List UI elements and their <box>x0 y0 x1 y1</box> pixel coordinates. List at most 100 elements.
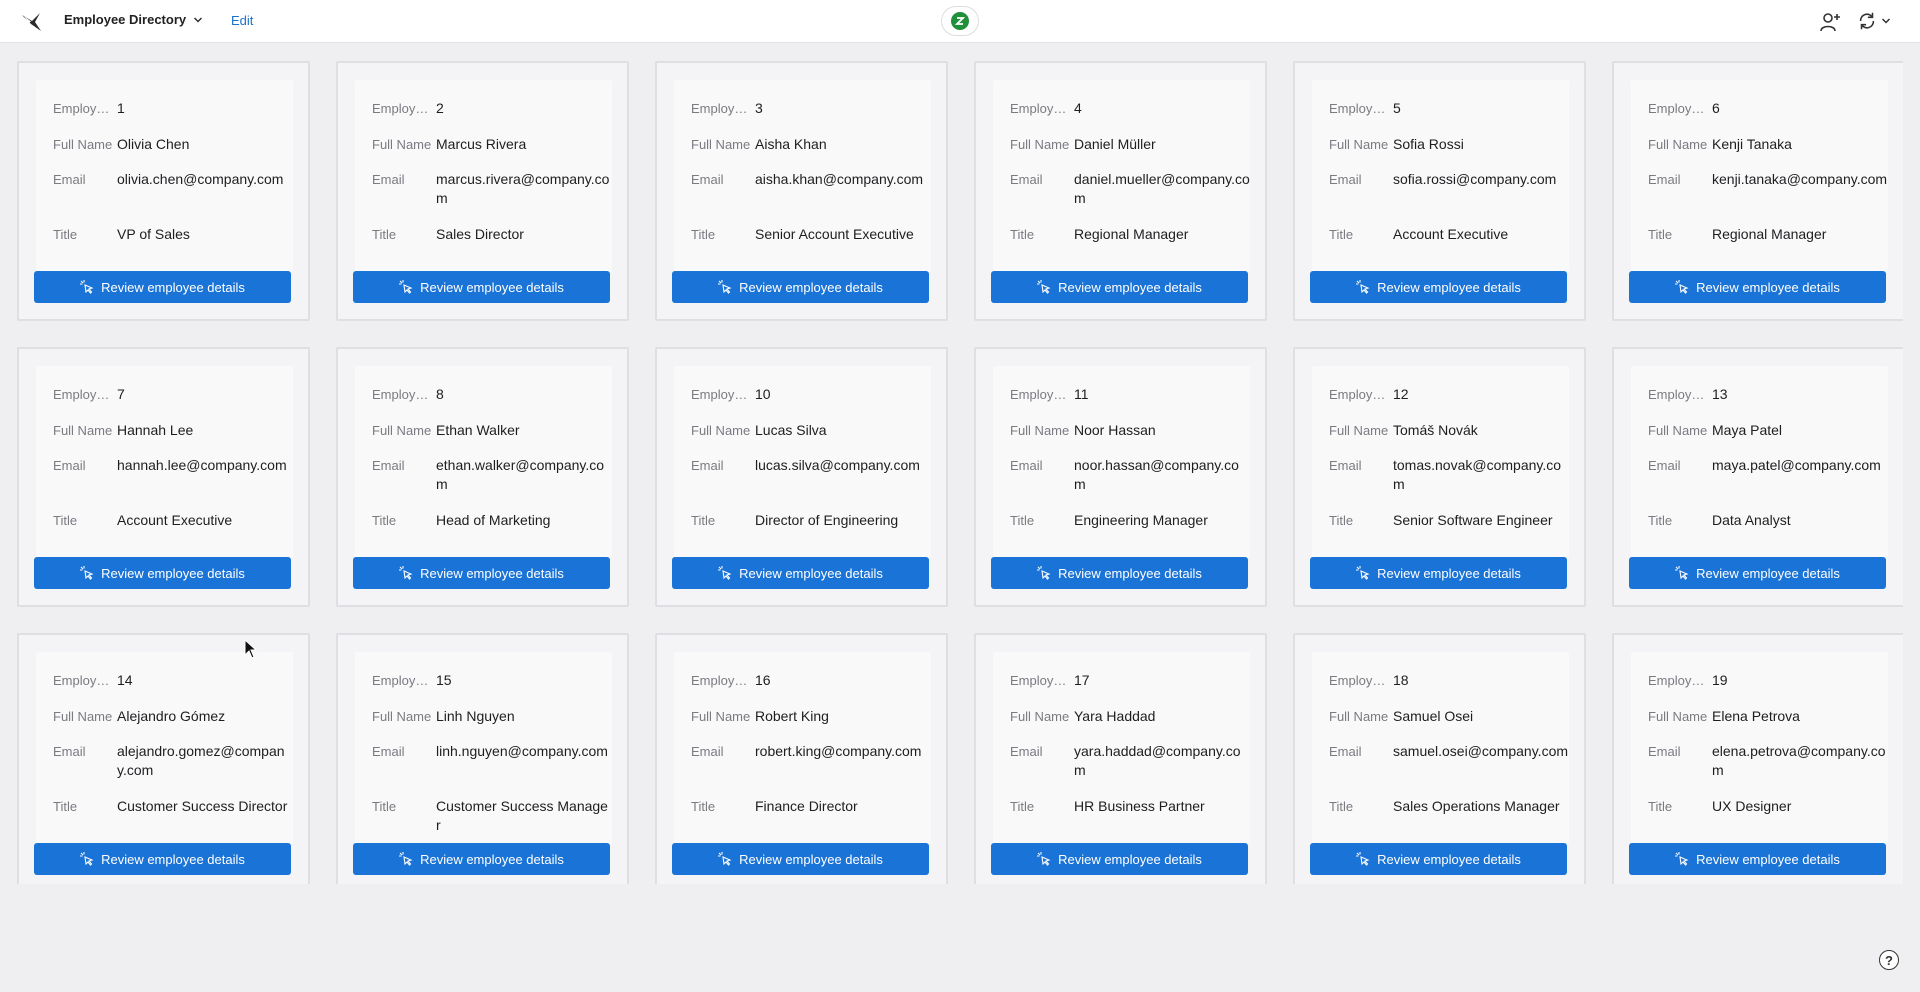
full-name-value: Ethan Walker <box>436 422 520 438</box>
title-value: Sales Operations Manager <box>1393 798 1560 814</box>
status-badge[interactable] <box>941 6 979 36</box>
field-employee-id: Employee ID 5 <box>1329 99 1569 118</box>
field-title: Title Account Executive <box>53 511 293 530</box>
employee-id-value: 12 <box>1393 386 1409 402</box>
full-name-label: Full Name <box>372 709 432 724</box>
app-logo-icon[interactable] <box>20 10 44 34</box>
field-employee-id: Employee ID 8 <box>372 385 612 404</box>
review-employee-button[interactable]: Review employee details <box>1629 271 1886 303</box>
title-label: Title <box>53 227 78 242</box>
employee-id-value: 5 <box>1393 100 1401 116</box>
review-employee-button[interactable]: Review employee details <box>991 271 1248 303</box>
employee-id-value: 11 <box>1074 386 1089 402</box>
review-employee-button[interactable]: Review employee details <box>34 557 291 589</box>
chevron-down-icon <box>1881 18 1891 24</box>
field-employee-id: Employee ID 12 <box>1329 385 1569 404</box>
full-name-label: Full Name <box>372 423 432 438</box>
full-name-label: Full Name <box>691 137 751 152</box>
review-employee-button[interactable]: Review employee details <box>1310 557 1567 589</box>
field-email: Email maya.patel@company.com <box>1648 456 1888 475</box>
full-name-value: Robert King <box>755 708 829 724</box>
title-label: Title <box>1010 227 1035 242</box>
edit-link[interactable]: Edit <box>231 13 253 28</box>
employee-id-value: 13 <box>1712 386 1728 402</box>
email-value: maya.patel@company.com <box>1712 457 1881 473</box>
field-full-name: Full Name Elena Petrova <box>1648 707 1888 726</box>
review-button-label: Review employee details <box>1696 279 1840 295</box>
review-employee-button[interactable]: Review employee details <box>353 843 610 875</box>
review-employee-button[interactable]: Review employee details <box>1310 271 1567 303</box>
employee-id-value: 19 <box>1712 672 1728 688</box>
email-label: Email <box>1010 458 1043 473</box>
title-label: Title <box>372 513 397 528</box>
field-employee-id: Employee ID 1 <box>53 99 293 118</box>
field-email: Email alejandro.gomez@company.com <box>53 742 293 780</box>
review-employee-button[interactable]: Review employee details <box>991 843 1248 875</box>
review-employee-button[interactable]: Review employee details <box>353 557 610 589</box>
employee-id-value: 2 <box>436 100 444 116</box>
field-employee-id: Employee ID 4 <box>1010 99 1250 118</box>
review-employee-button[interactable]: Review employee details <box>991 557 1248 589</box>
help-icon[interactable]: ? <box>1879 950 1899 970</box>
review-employee-button[interactable]: Review employee details <box>34 271 291 303</box>
field-title: Title HR Business Partner <box>1010 797 1250 816</box>
employee-details-panel: Employee ID 3 Full Name Aisha Khan Email… <box>674 80 931 272</box>
review-employee-button[interactable]: Review employee details <box>672 271 929 303</box>
email-value: robert.king@company.com <box>755 743 922 759</box>
employee-id-value: 1 <box>117 100 125 116</box>
field-full-name: Full Name Yara Haddad <box>1010 707 1250 726</box>
title-value: Director of Engineering <box>755 512 899 528</box>
review-employee-button[interactable]: Review employee details <box>672 557 929 589</box>
full-name-value: Marcus Rivera <box>436 136 527 152</box>
employee-details-panel: Employee ID 12 Full Name Tomáš Novák Ema… <box>1312 366 1569 558</box>
employee-details-panel: Employee ID 8 Full Name Ethan Walker Ema… <box>355 366 612 558</box>
field-email: Email robert.king@company.com <box>691 742 931 761</box>
employee-details-panel: Employee ID 14 Full Name Alejandro Gómez… <box>36 652 293 844</box>
app-title-dropdown[interactable]: Employee Directory <box>64 12 203 27</box>
refresh-icon <box>1859 12 1875 30</box>
employee-id-label: Employee ID <box>1648 673 1712 688</box>
field-full-name: Full Name Marcus Rivera <box>372 135 612 154</box>
full-name-value: Linh Nguyen <box>436 708 515 724</box>
title-label: Title <box>1648 227 1673 242</box>
full-name-label: Full Name <box>691 423 751 438</box>
email-label: Email <box>691 458 724 473</box>
employee-id-label: Employee ID <box>1648 101 1712 116</box>
title-value: Head of Marketing <box>436 512 551 528</box>
title-value: Data Analyst <box>1712 512 1791 528</box>
field-email: Email aisha.khan@company.com <box>691 170 931 189</box>
review-employee-button[interactable]: Review employee details <box>1629 843 1886 875</box>
refresh-menu[interactable] <box>1856 10 1891 32</box>
employee-details-panel: Employee ID 5 Full Name Sofia Rossi Emai… <box>1312 80 1569 272</box>
employee-id-value: 17 <box>1074 672 1090 688</box>
email-label: Email <box>53 744 86 759</box>
review-employee-button[interactable]: Review employee details <box>1629 557 1886 589</box>
email-value: yara.haddad@company.com <box>1074 743 1241 778</box>
field-title: Title Data Analyst <box>1648 511 1888 530</box>
review-employee-button[interactable]: Review employee details <box>1310 843 1567 875</box>
add-user-icon[interactable] <box>1818 10 1842 34</box>
email-value: samuel.osei@company.com <box>1393 743 1569 759</box>
employee-id-label: Employee ID <box>691 387 755 402</box>
field-full-name: Full Name Hannah Lee <box>53 421 293 440</box>
field-full-name: Full Name Kenji Tanaka <box>1648 135 1888 154</box>
field-email: Email kenji.tanaka@company.com <box>1648 170 1888 189</box>
review-employee-button[interactable]: Review employee details <box>34 843 291 875</box>
email-label: Email <box>691 744 724 759</box>
field-employee-id: Employee ID 6 <box>1648 99 1888 118</box>
employee-details-panel: Employee ID 17 Full Name Yara Haddad Ema… <box>993 652 1250 844</box>
employee-details-panel: Employee ID 11 Full Name Noor Hassan Ema… <box>993 366 1250 558</box>
review-employee-button[interactable]: Review employee details <box>353 271 610 303</box>
review-employee-button[interactable]: Review employee details <box>672 843 929 875</box>
title-value: Regional Manager <box>1074 226 1189 242</box>
employee-id-label: Employee ID <box>372 101 436 116</box>
employee-card-grid: Employee ID 1 Full Name Olivia Chen Emai… <box>17 61 1903 884</box>
field-full-name: Full Name Tomáš Novák <box>1329 421 1569 440</box>
employee-id-label: Employee ID <box>1010 101 1074 116</box>
full-name-label: Full Name <box>372 137 432 152</box>
employee-card: Employee ID 6 Full Name Kenji Tanaka Ema… <box>1612 61 1903 321</box>
field-email: Email hannah.lee@company.com <box>53 456 293 475</box>
title-label: Title <box>53 799 78 814</box>
review-button-label: Review employee details <box>420 565 564 581</box>
field-title: Title Customer Success Manager <box>372 797 612 835</box>
